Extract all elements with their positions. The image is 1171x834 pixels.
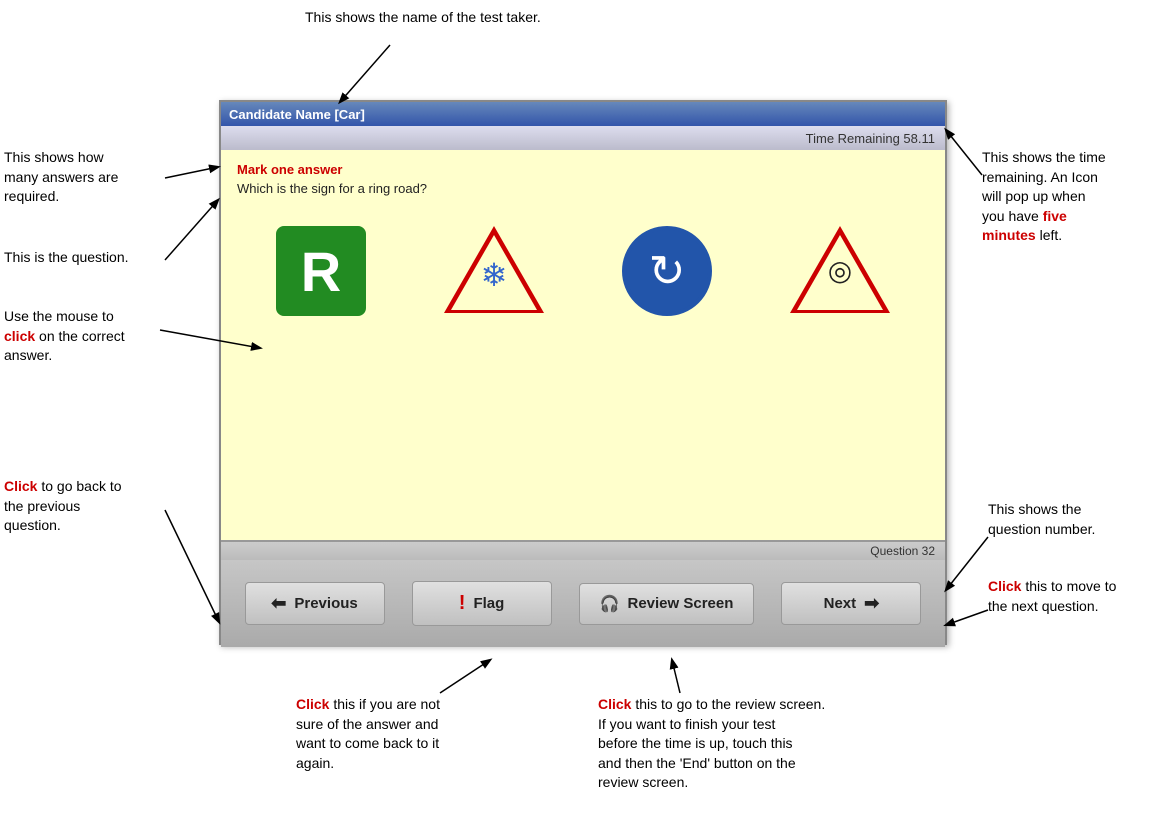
annotation-click-next-word: Click (988, 578, 1021, 594)
annotation-many-answers: many answers are (4, 169, 118, 185)
nav-bar: Question 32 ⬅ Previous ! Flag 🎧 Review S… (221, 540, 945, 647)
annotation-review: Click this to go to the review screen. I… (598, 695, 825, 793)
roundabout-arrows: ↻ (649, 246, 686, 297)
question-area: Mark one answer Which is the sign for a … (221, 150, 945, 540)
test-window: Candidate Name [Car] Time Remaining 58.1… (219, 100, 947, 645)
answer-option-snowflake[interactable]: ❄ (444, 226, 544, 316)
flag-label: Flag (473, 595, 504, 612)
annotation-minutes-word: minutes (982, 227, 1036, 243)
previous-arrow-icon: ⬅ (271, 593, 286, 614)
review-label: Review Screen (628, 595, 734, 612)
answer-option-roundabout[interactable]: ↻ (622, 226, 712, 316)
annotation-click-flag-word: Click (296, 696, 329, 712)
question-text: Which is the sign for a ring road? (237, 181, 929, 196)
window-title: Candidate Name [Car] (229, 107, 365, 122)
annotation-time: This shows the time remaining. An Icon w… (982, 148, 1106, 246)
annotation-mouse: Use the mouse to click on the correct an… (4, 307, 125, 366)
next-arrow-icon: ➡ (864, 593, 879, 614)
annotation-flag: Click this if you are not sure of the an… (296, 695, 440, 773)
annotation-click-back-word: Click (4, 478, 37, 494)
question-number: Question 32 (870, 544, 935, 558)
giveway-symbol: ◎ (828, 254, 852, 287)
timer-label: Time Remaining 58.11 (806, 131, 935, 146)
previous-button[interactable]: ⬅ Previous (245, 582, 385, 625)
title-bar: Candidate Name [Car] (221, 102, 945, 126)
flag-button[interactable]: ! Flag (412, 581, 552, 626)
green-r-sign: R (276, 226, 366, 316)
annotation-click-word: click (4, 328, 35, 344)
answer-options: R ❄ ↻ ◎ (237, 226, 929, 316)
annotation-click-review-word: Click (598, 696, 631, 712)
giveway-sign: ◎ (790, 226, 890, 316)
next-label: Next (824, 595, 857, 612)
next-button[interactable]: Next ➡ (781, 582, 921, 625)
roundabout-sign: ↻ (622, 226, 712, 316)
annotation-click-back: Click to go back to the previous questio… (4, 477, 122, 536)
annotation-name: This shows the name of the test taker. (305, 8, 541, 28)
annotation-answers-required: This shows how many answers are required… (4, 148, 118, 207)
annotation-next: Click this to move to the next question. (988, 577, 1116, 616)
annotation-name-text: This shows the name of the test taker. (305, 9, 541, 25)
answer-option-green-r[interactable]: R (276, 226, 366, 316)
snowflake-sign: ❄ (444, 226, 544, 316)
review-button[interactable]: 🎧 Review Screen (579, 583, 755, 625)
previous-label: Previous (294, 595, 357, 612)
nav-buttons: ⬅ Previous ! Flag 🎧 Review Screen Next ➡ (221, 560, 945, 647)
timer-bar: Time Remaining 58.11 (221, 126, 945, 150)
review-icon: 🎧 (600, 594, 620, 614)
snowflake-symbol: ❄ (481, 256, 508, 294)
annotation-five-word: five (1043, 208, 1067, 224)
annotation-question-number: This shows the question number. (988, 500, 1095, 539)
annotation-question: This is the question. (4, 248, 129, 268)
mark-answer-instruction: Mark one answer (237, 162, 929, 177)
flag-exclamation-icon: ! (459, 592, 466, 615)
question-number-bar: Question 32 (221, 542, 945, 560)
answer-option-giveway[interactable]: ◎ (790, 226, 890, 316)
